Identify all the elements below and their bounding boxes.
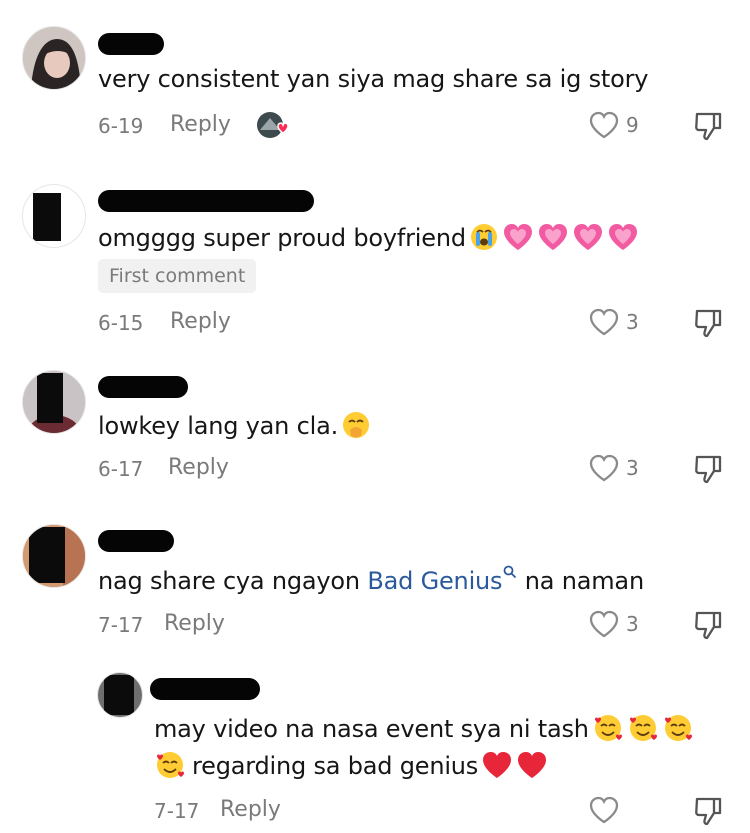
reply-button[interactable]: Reply [170,309,231,334]
comment-text-end: na naman [517,567,644,595]
creator-liked-avatar [256,110,290,142]
comment-text-start: nag share cya ngayon [98,567,368,595]
avatar[interactable] [22,26,86,90]
like-count: 3 [626,456,639,480]
comment-text: nag share cya ngayon Bad Genius na naman [98,565,644,595]
red-heart-emoji [481,750,513,786]
smiling-face-with-hearts-emoji [154,750,186,786]
loudly-crying-face-emoji [469,222,499,258]
first-comment-badge: First comment [98,259,257,293]
reply-button[interactable]: Reply [164,611,225,636]
thumbs-down-icon [695,455,722,484]
like-button[interactable]: 3 [588,453,639,483]
avatar[interactable] [22,184,86,248]
like-button[interactable]: 3 [588,307,639,337]
comment-date: 6-17 [98,457,144,481]
smiling-face-with-hearts-emoji [627,713,659,749]
dislike-button[interactable] [693,795,723,831]
thumbs-down-icon [695,309,722,338]
search-icon [503,565,517,579]
dislike-button[interactable] [693,110,723,146]
heart-outline-icon [589,610,619,638]
comment-date: 6-19 [98,114,144,138]
growing-heart-emoji [607,222,639,258]
like-count: 9 [626,113,639,137]
like-count: 3 [626,310,639,334]
comment-text-line-1: may video na nasa event sya ni tash [154,713,694,749]
like-button[interactable] [588,795,626,825]
link-text: Bad Genius [367,567,503,595]
comment-text-content: omgggg super proud boyfriend [98,224,466,252]
comment-text: omgggg super proud boyfriend [98,222,639,258]
smiling-face-with-hearts-emoji [662,713,694,749]
comment-date: 6-15 [98,311,144,335]
username-redacted [98,530,174,552]
comment-date: 7-17 [154,799,200,823]
comment-text-content: may video na nasa event sya ni tash [154,715,589,743]
like-count: 3 [626,612,639,636]
reply-button[interactable]: Reply [168,455,229,480]
username-redacted [98,190,314,212]
like-button[interactable]: 9 [588,110,639,140]
dislike-button[interactable] [693,307,723,343]
red-heart-emoji [516,750,548,786]
heart-outline-icon [589,111,619,139]
bad-genius-search-link[interactable]: Bad Genius [367,565,517,595]
growing-heart-emoji [572,222,604,258]
comment-text: lowkey lang yan cla. [98,410,371,446]
avatar[interactable] [22,370,86,434]
avatar[interactable] [97,672,143,718]
username-redacted [98,33,164,55]
dislike-button[interactable] [693,453,723,489]
face-with-hand-over-mouth-emoji [341,410,371,446]
heart-outline-icon [589,454,619,482]
like-button[interactable]: 3 [588,609,639,639]
growing-heart-emoji [502,222,534,258]
heart-outline-icon [589,308,619,336]
reply-button[interactable]: Reply [220,797,281,822]
smiling-face-with-hearts-emoji [592,713,624,749]
thumbs-down-icon [695,797,722,826]
dislike-button[interactable] [693,609,723,645]
avatar[interactable] [22,524,86,588]
comment-text-content: regarding sa bad genius [192,752,479,780]
comment-text-content: lowkey lang yan cla. [98,412,339,440]
comment-text-line-2: regarding sa bad genius [154,750,548,786]
username-redacted [98,376,188,398]
comment-date: 7-17 [98,613,144,637]
comment-text: very consistent yan siya mag share sa ig… [98,65,649,93]
username-redacted [150,678,260,700]
heart-outline-icon [589,796,619,824]
thumbs-down-icon [695,611,722,640]
growing-heart-emoji [537,222,569,258]
thumbs-down-icon [695,112,722,141]
reply-button[interactable]: Reply [170,112,231,137]
